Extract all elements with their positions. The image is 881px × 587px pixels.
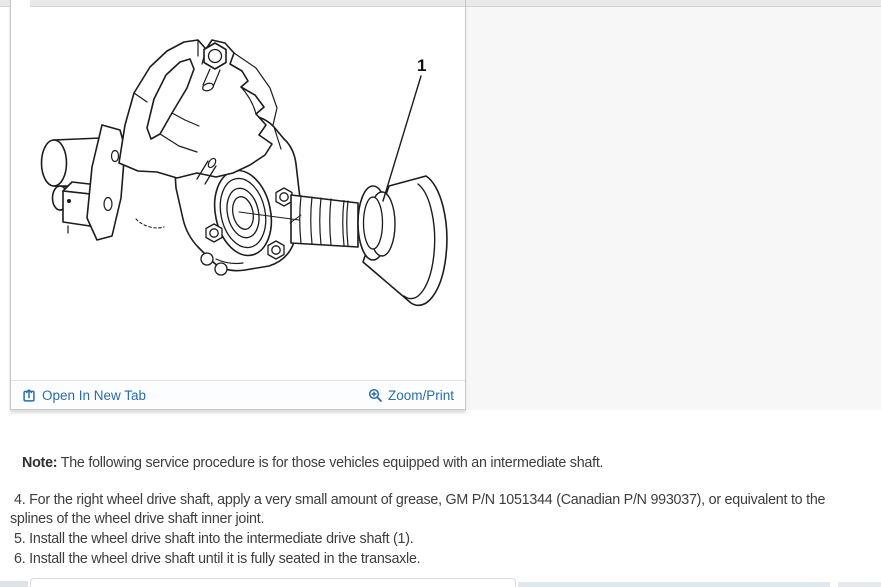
open-in-new-tab-link[interactable]: Open In New Tab: [22, 388, 146, 403]
figure-panel-border: [465, 0, 466, 410]
procedure-step-6: 6. Install the wheel drive shaft until i…: [14, 550, 421, 567]
figure-toolbar: Open In New Tab Zoom/Print: [11, 380, 465, 409]
procedure-text: Note: The following service procedure is…: [10, 454, 871, 570]
procedure-step-4: 4. For the right wheel drive shaft, appl…: [10, 491, 826, 528]
top-scroll-strip-gap: [11, 0, 30, 7]
bottom-bar-segment: [838, 582, 881, 587]
figure-panel-border: [10, 0, 11, 410]
page-background-tint: [467, 7, 881, 410]
zoom-print-link[interactable]: Zoom/Print: [368, 388, 454, 403]
zoom-in-icon: [368, 388, 382, 402]
figure-panel-border: [10, 409, 466, 410]
note-text: The following service procedure is for t…: [57, 455, 604, 471]
figure-panel: 1 Open In New Tab Zoom/Print: [10, 0, 466, 410]
bottom-bar-segment: [518, 582, 830, 587]
callout-1-label: 1: [417, 56, 426, 75]
top-scroll-strip: [0, 0, 881, 7]
note-paragraph: Note: The following service procedure is…: [22, 454, 871, 474]
open-in-new-tab-label: Open In New Tab: [42, 387, 147, 403]
procedure-step-5: 5. Install the wheel drive shaft into th…: [14, 531, 414, 548]
zoom-print-label: Zoom/Print: [387, 387, 454, 403]
drive-shaft-diagram: 1: [40, 39, 448, 307]
bottom-corner-block: [0, 581, 28, 587]
open-in-new-tab-icon: [23, 388, 35, 402]
bottom-partial-input[interactable]: [30, 578, 516, 587]
note-label: Note:: [22, 455, 58, 471]
